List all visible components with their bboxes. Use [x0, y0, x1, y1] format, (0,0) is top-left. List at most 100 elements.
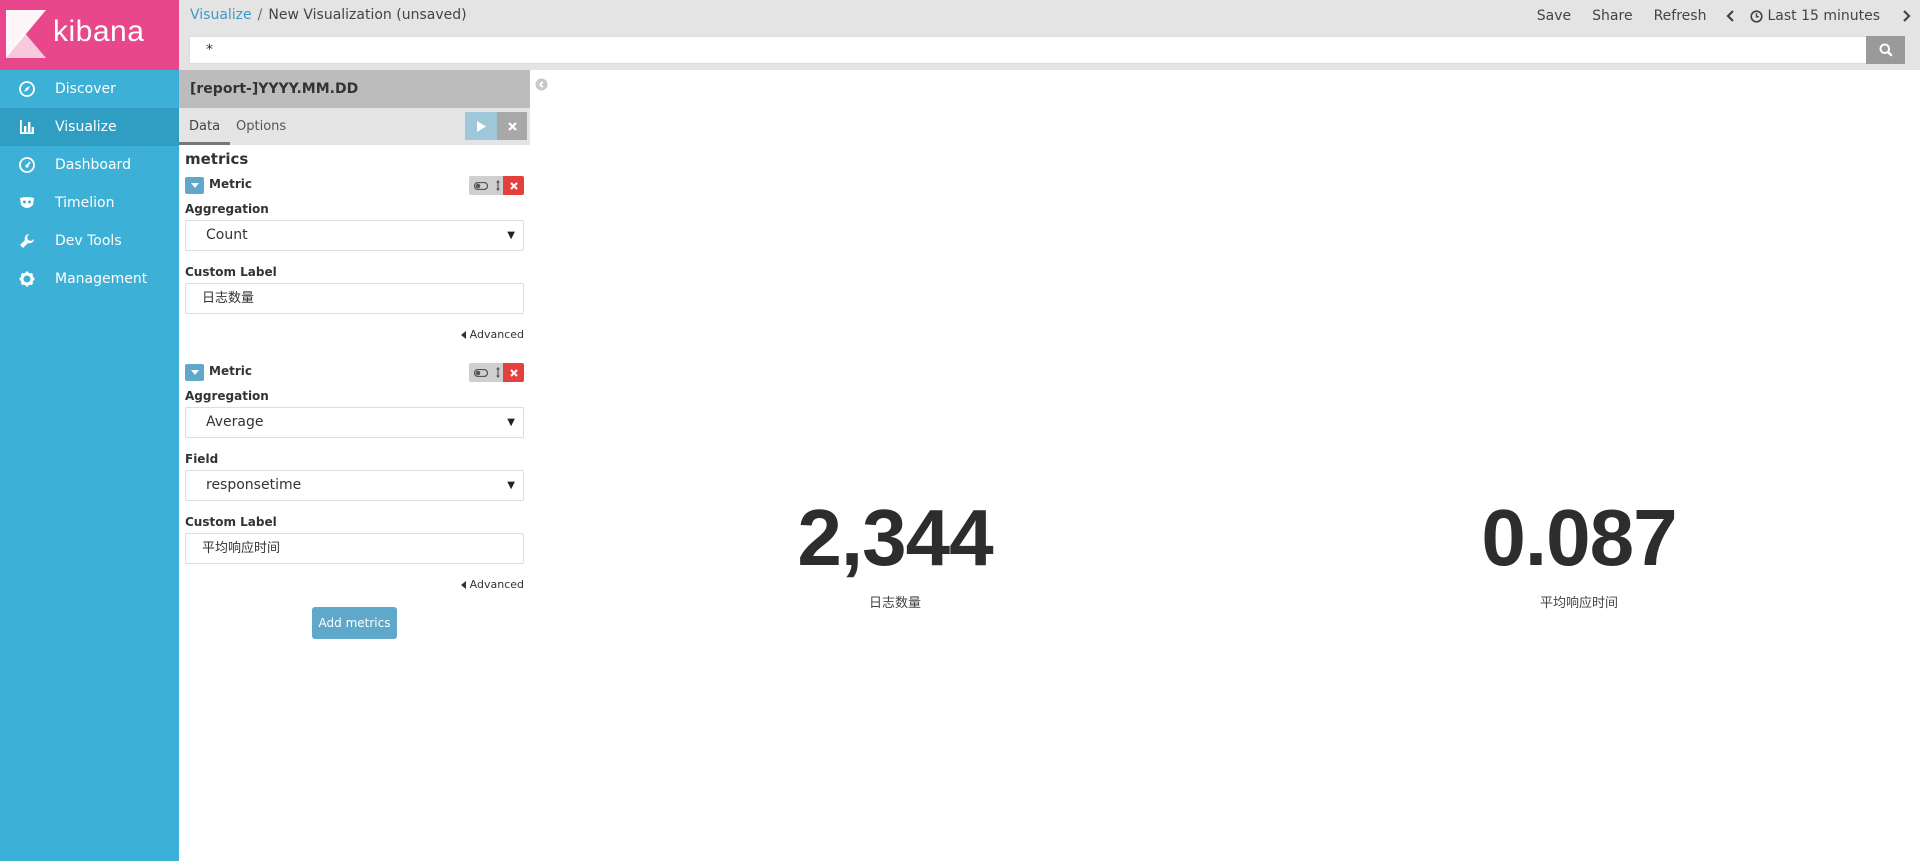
- drag-handle[interactable]: [493, 363, 503, 382]
- metric-label: 平均响应时间: [1539, 596, 1618, 611]
- sidebar-item-label: Dev Tools: [55, 233, 122, 249]
- close-icon: [507, 121, 517, 131]
- sidebar-item-label: Dashboard: [55, 157, 131, 173]
- sidebar-item-label: Timelion: [55, 195, 115, 211]
- apply-changes-button[interactable]: [465, 112, 497, 140]
- sidebar-item-label: Management: [55, 271, 148, 287]
- search-input[interactable]: *: [189, 36, 1866, 64]
- advanced-toggle[interactable]: Advanced: [185, 328, 524, 341]
- aggregation-label: Aggregation: [185, 202, 269, 216]
- toggle-icon: [474, 181, 488, 190]
- agg-controls: [469, 176, 524, 195]
- breadcrumb-visualize-link[interactable]: Visualize: [190, 7, 252, 23]
- custom-label-input[interactable]: 平均响应时间: [185, 533, 524, 564]
- share-button[interactable]: Share: [1592, 8, 1632, 24]
- close-icon: [509, 368, 518, 377]
- tab-options[interactable]: Options: [226, 108, 296, 145]
- toggle-agg-button[interactable]: [469, 363, 493, 382]
- caret-left-icon: [460, 330, 467, 339]
- custom-label-input[interactable]: 日志数量: [185, 283, 524, 314]
- field-label: Field: [185, 452, 219, 466]
- gauge-icon: [17, 155, 37, 175]
- collapse-agg-button[interactable]: [185, 177, 204, 194]
- chevron-left-icon[interactable]: [1724, 9, 1736, 23]
- breadcrumb: Visualize / New Visualization (unsaved): [190, 7, 467, 23]
- breadcrumb-current: New Visualization (unsaved): [268, 7, 467, 23]
- metric-display: 0.087 平均响应时间: [1379, 488, 1779, 611]
- collapse-agg-button[interactable]: [185, 364, 204, 381]
- top-bar: Visualize / New Visualization (unsaved) Sa…: [179, 0, 1920, 32]
- chevron-right-icon[interactable]: [1900, 9, 1912, 23]
- gear-icon: [17, 269, 37, 289]
- editor-tabs: Data Options: [179, 108, 530, 145]
- caret-down-icon: ▼: [507, 230, 515, 241]
- advanced-label: Advanced: [469, 328, 524, 341]
- aggregation-select[interactable]: Count ▼: [185, 220, 524, 251]
- arrows-vertical-icon: [496, 367, 500, 378]
- clock-icon: [1750, 9, 1764, 23]
- custom-label-label: Custom Label: [185, 515, 277, 529]
- top-actions: Save Share Refresh Last 15 minutes: [1537, 0, 1920, 32]
- metric-agg-title: Metric: [209, 364, 252, 378]
- caret-left-icon: [460, 580, 467, 589]
- sidebar-item-management[interactable]: Management: [0, 260, 179, 298]
- wrench-icon: [17, 231, 37, 251]
- add-metrics-button[interactable]: Add metrics: [312, 607, 397, 639]
- metric-agg-header: Metric: [185, 176, 524, 196]
- metric-label: 日志数量: [868, 596, 921, 611]
- toggle-icon: [474, 368, 488, 377]
- tab-data[interactable]: Data: [179, 108, 231, 145]
- kibana-logo-icon: [6, 10, 46, 58]
- caret-down-icon: ▼: [507, 417, 515, 428]
- aggregation-label: Aggregation: [185, 389, 269, 403]
- advanced-toggle[interactable]: Advanced: [185, 578, 524, 591]
- time-picker[interactable]: Last 15 minutes: [1750, 8, 1880, 24]
- refresh-button[interactable]: Refresh: [1654, 8, 1707, 24]
- caret-down-icon: [190, 370, 199, 375]
- metric-agg-header: Metric: [185, 363, 524, 383]
- close-icon: [509, 181, 518, 190]
- metric-agg-title: Metric: [209, 177, 252, 191]
- metric-value: 2,344: [797, 493, 993, 582]
- sidebar-item-dev-tools[interactable]: Dev Tools: [0, 222, 179, 260]
- metric-agg-2: Metric Aggregation Average ▼ Field respo…: [185, 363, 524, 591]
- field-select-value: responsetime: [206, 477, 302, 493]
- compass-icon: [17, 79, 37, 99]
- query-bar: *: [179, 32, 1920, 70]
- discard-changes-button[interactable]: [497, 112, 527, 140]
- search-button[interactable]: [1866, 36, 1905, 64]
- caret-down-icon: ▼: [507, 480, 515, 491]
- play-icon: [477, 120, 486, 132]
- aggregation-select-value: Average: [206, 414, 264, 430]
- sidebar-item-label: Discover: [55, 81, 116, 97]
- caret-down-icon: [190, 183, 199, 188]
- agg-controls: [469, 363, 524, 382]
- sidebar-item-visualize[interactable]: Visualize: [0, 108, 179, 146]
- time-range-label: Last 15 minutes: [1767, 8, 1880, 24]
- aggregation-select-value: Count: [206, 227, 248, 243]
- search-icon: [1879, 43, 1893, 57]
- visualization-area: 2,344 日志数量 0.087 平均响应时间: [530, 70, 1920, 861]
- mask-icon: [17, 193, 37, 213]
- kibana-logo[interactable]: kibana: [0, 0, 179, 70]
- sidebar-item-label: Visualize: [55, 119, 117, 135]
- remove-agg-button[interactable]: [503, 363, 524, 382]
- breadcrumb-separator: /: [257, 7, 263, 23]
- sidebar-item-dashboard[interactable]: Dashboard: [0, 146, 179, 184]
- metric-display: 2,344 日志数量: [695, 488, 1095, 611]
- metric-value: 0.087: [1481, 493, 1677, 582]
- arrows-vertical-icon: [496, 180, 500, 191]
- vis-editor-panel: [report-]YYYY.MM.DD Data Options metrics…: [179, 70, 530, 861]
- sidebar-item-discover[interactable]: Discover: [0, 70, 179, 108]
- remove-agg-button[interactable]: [503, 176, 524, 195]
- sidebar-item-timelion[interactable]: Timelion: [0, 184, 179, 222]
- index-pattern-title: [report-]YYYY.MM.DD: [179, 70, 530, 108]
- drag-handle[interactable]: [493, 176, 503, 195]
- sidebar-nav: Discover Visualize Dashboard Timelion De…: [0, 70, 179, 298]
- field-select[interactable]: responsetime ▼: [185, 470, 524, 501]
- kibana-logo-text: kibana: [53, 15, 145, 48]
- toggle-agg-button[interactable]: [469, 176, 493, 195]
- save-button[interactable]: Save: [1537, 8, 1571, 24]
- aggregation-select[interactable]: Average ▼: [185, 407, 524, 438]
- bar-chart-icon: [17, 117, 37, 137]
